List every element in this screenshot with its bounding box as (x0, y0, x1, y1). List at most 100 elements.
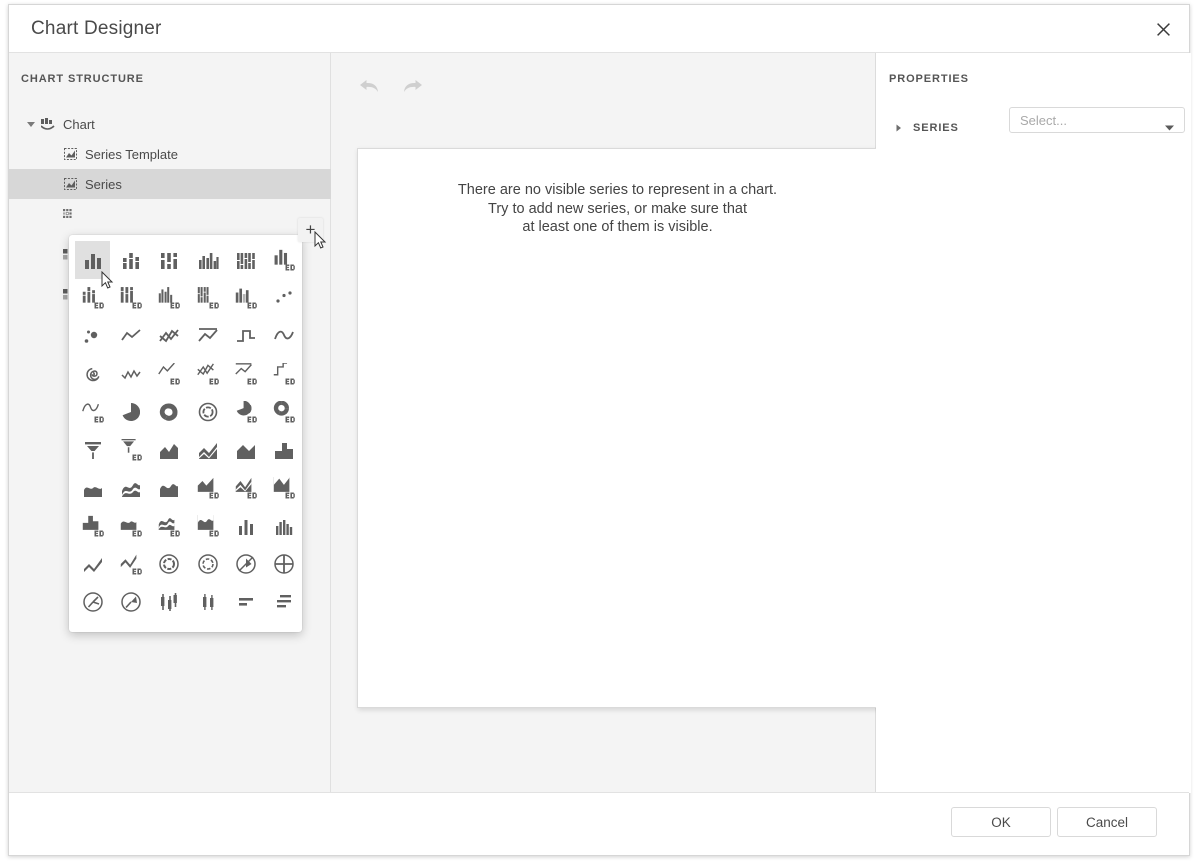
chart-type-full-stacked-bar-icon[interactable] (152, 241, 187, 279)
chart-designer-dialog: Chart Designer CHART STRUCTURE (8, 4, 1190, 856)
chart-type-funnel-icon[interactable] (75, 431, 110, 469)
chart-type-full-stacked-spline-area-icon[interactable] (152, 469, 187, 507)
chart-type-scatter-line-icon[interactable] (113, 355, 148, 393)
chart-preview-surface[interactable]: There are no visible series to represent… (357, 148, 917, 708)
chart-type-range-area-3d-icon[interactable] (113, 545, 148, 583)
chart-structure-header: CHART STRUCTURE (21, 73, 144, 85)
chart-type-funnel-3d-icon[interactable] (113, 431, 148, 469)
chart-type-spline-icon[interactable] (267, 317, 302, 355)
chart-type-full-stacked-line-3d-icon[interactable] (228, 355, 263, 393)
tree-node-series[interactable]: Series (9, 169, 331, 199)
chart-type-polar-line-icon[interactable] (75, 583, 110, 621)
chart-type-stacked-line-icon[interactable] (152, 317, 187, 355)
chart-structure-panel: CHART STRUCTURE Chart (9, 53, 331, 793)
chart-type-radar-line-icon[interactable] (190, 545, 225, 583)
chart-type-stock-icon[interactable] (152, 583, 187, 621)
chart-type-bar-3d-icon[interactable] (267, 241, 302, 279)
chart-type-bar-icon[interactable] (75, 241, 110, 279)
tree-node-label: Chart (63, 118, 95, 131)
legend-node-icon (61, 206, 79, 222)
properties-header: PROPERTIES (889, 73, 969, 85)
chevron-down-icon[interactable] (23, 120, 39, 128)
series-node-icon (61, 146, 79, 162)
chart-preview-panel: There are no visible series to represent… (331, 53, 876, 793)
palette-row (69, 241, 302, 279)
chart-type-spline-3d-icon[interactable] (75, 393, 110, 431)
chart-type-side-by-side-stacked-bar-icon[interactable] (190, 241, 225, 279)
chart-type-palette[interactable] (69, 235, 302, 632)
chart-type-step-line-3d-icon[interactable] (267, 355, 302, 393)
properties-panel: PROPERTIES SERIES Select... (876, 53, 1191, 793)
chart-type-area-icon[interactable] (152, 431, 187, 469)
chart-type-side-by-side-stacked-bar-3d-icon[interactable] (152, 279, 187, 317)
chart-type-point-icon[interactable] (267, 279, 302, 317)
chart-type-gantt-icon[interactable] (228, 583, 263, 621)
chart-type-range-bar-icon[interactable] (228, 507, 263, 545)
properties-group-label: SERIES (913, 122, 959, 134)
chart-type-stacked-spline-area-icon[interactable] (113, 469, 148, 507)
chart-type-stacked-area-3d-icon[interactable] (228, 469, 263, 507)
chart-type-doughnut-icon[interactable] (152, 393, 187, 431)
close-icon[interactable] (1145, 11, 1181, 47)
chart-type-radar-point-icon[interactable] (152, 545, 187, 583)
chart-type-stacked-spline-area-3d-icon[interactable] (152, 507, 187, 545)
ok-button[interactable]: OK (951, 807, 1051, 837)
chart-type-full-stacked-area-icon[interactable] (228, 431, 263, 469)
chart-type-pie-icon[interactable] (113, 393, 148, 431)
tree-node-chart[interactable]: Chart (9, 109, 331, 139)
chart-type-radar-area-icon[interactable] (228, 545, 263, 583)
chart-type-stacked-line-3d-icon[interactable] (190, 355, 225, 393)
chart-type-stacked-area-icon[interactable] (190, 431, 225, 469)
chart-type-step-line-icon[interactable] (228, 317, 263, 355)
chart-type-swift-plot-icon[interactable] (75, 355, 110, 393)
palette-row (69, 545, 302, 583)
tree-node-hidden-1[interactable] (9, 199, 331, 229)
empty-message-line: at least one of them is visible. (358, 218, 877, 237)
chart-type-stacked-bar-3d-icon[interactable] (75, 279, 110, 317)
chart-type-range-area-icon[interactable] (75, 545, 110, 583)
chart-type-step-area-icon[interactable] (267, 431, 302, 469)
cancel-button[interactable]: Cancel (1057, 807, 1157, 837)
chart-type-line-3d-icon[interactable] (152, 355, 187, 393)
chart-type-side-by-side-range-bar-icon[interactable] (267, 507, 302, 545)
palette-row (69, 469, 302, 507)
chart-type-spline-area-icon[interactable] (75, 469, 110, 507)
chart-type-doughnut-3d-icon[interactable] (267, 393, 302, 431)
tree-node-label: Series (85, 178, 122, 191)
chart-type-spline-area-3d-icon[interactable] (113, 507, 148, 545)
chart-type-side-by-side-full-stacked-bar-3d-icon[interactable] (190, 279, 225, 317)
chart-type-stacked-bar-icon[interactable] (113, 241, 148, 279)
empty-state-message: There are no visible series to represent… (358, 181, 877, 237)
chart-type-full-stacked-area-3d-icon[interactable] (267, 469, 302, 507)
chart-type-polar-point-icon[interactable] (267, 545, 302, 583)
chart-type-manhattan-bar-3d-icon[interactable] (228, 279, 263, 317)
chart-type-area-3d-icon[interactable] (190, 469, 225, 507)
empty-message-line: There are no visible series to represent… (358, 181, 877, 200)
chart-type-nested-doughnut-icon[interactable] (190, 393, 225, 431)
chart-type-side-by-side-gantt-icon[interactable] (267, 583, 302, 621)
chart-type-full-stacked-bar-3d-icon[interactable] (113, 279, 148, 317)
chart-type-polar-area-icon[interactable] (113, 583, 148, 621)
add-series-button[interactable]: + (298, 218, 323, 242)
palette-row (69, 393, 302, 431)
dialog-footer: OK Cancel (9, 792, 1189, 855)
chart-type-bubble-icon[interactable] (75, 317, 110, 355)
chart-type-step-area-3d-icon[interactable] (75, 507, 110, 545)
series-node-icon (61, 176, 79, 192)
chart-type-full-stacked-spline-area-3d-icon[interactable] (190, 507, 225, 545)
chart-type-line-icon[interactable] (113, 317, 148, 355)
tree-node-series-template[interactable]: Series Template (9, 139, 331, 169)
chart-type-full-stacked-line-icon[interactable] (190, 317, 225, 355)
series-select[interactable]: Select... (1009, 107, 1185, 133)
chart-type-side-by-side-full-stacked-bar-icon[interactable] (228, 241, 263, 279)
empty-message-line: Try to add new series, or make sure that (358, 200, 877, 219)
chevron-right-icon[interactable] (896, 124, 908, 132)
chart-type-candle-stick-icon[interactable] (190, 583, 225, 621)
chart-type-pie-3d-icon[interactable] (228, 393, 263, 431)
undo-icon[interactable] (355, 73, 385, 99)
redo-icon[interactable] (397, 73, 427, 99)
page-title: Chart Designer (31, 18, 162, 40)
preview-toolbar (331, 53, 875, 103)
palette-row (69, 507, 302, 545)
chevron-down-icon[interactable] (1165, 118, 1174, 136)
